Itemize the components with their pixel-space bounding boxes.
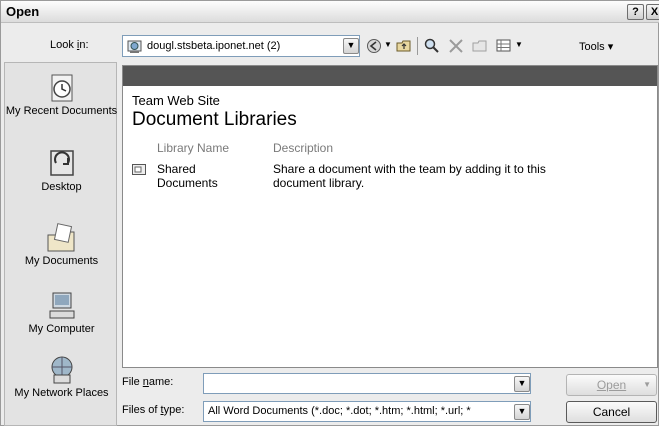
files-of-type-label: Files of type:	[122, 404, 185, 416]
back-dropdown-icon[interactable]: ▼	[384, 40, 392, 49]
file-name-input[interactable]: ▼	[203, 373, 531, 394]
web-header-bar	[123, 66, 657, 86]
place-my-recent-documents[interactable]: My Recent Documents	[5, 71, 118, 118]
title-bar[interactable]: Open ? X	[1, 1, 659, 23]
description-column-header: Description	[273, 141, 334, 155]
library-name[interactable]: Shared Documents	[157, 162, 218, 190]
open-button[interactable]: Open ▼	[566, 374, 657, 396]
place-desktop[interactable]: Desktop	[5, 147, 118, 194]
chevron-down-icon[interactable]: ▼	[343, 38, 359, 54]
look-in-value: dougl.stsbeta.iponet.net (2)	[147, 40, 281, 52]
document-libraries-heading: Document Libraries	[132, 109, 297, 130]
my-computer-icon	[49, 292, 74, 319]
files-of-type-select[interactable]: All Word Documents (*.doc; *.dot; *.htm;…	[203, 401, 531, 422]
place-label: My Documents	[24, 255, 99, 267]
open-dialog: Open ? X Look in: dougl.stsbeta.iponet.n…	[0, 0, 659, 426]
library-description: Share a document with the team by adding…	[273, 162, 546, 190]
site-title: Team Web Site	[132, 93, 220, 108]
recent-documents-icon	[51, 74, 72, 102]
cancel-button[interactable]: Cancel	[566, 401, 657, 423]
web-site-icon	[127, 40, 142, 53]
place-my-computer[interactable]: My Computer	[5, 289, 118, 336]
close-button[interactable]: X	[646, 4, 659, 20]
help-button[interactable]: ?	[627, 4, 644, 20]
open-options-chevron-icon[interactable]: ▼	[643, 375, 651, 395]
up-folder-icon[interactable]	[395, 37, 413, 55]
chevron-down-icon[interactable]: ▼	[514, 404, 530, 420]
dialog-title: Open	[6, 4, 40, 19]
place-label: My Computer	[28, 323, 95, 335]
search-web-icon[interactable]	[423, 37, 441, 55]
library-name-column-header: Library Name	[157, 141, 230, 155]
toolbar-separator	[417, 37, 418, 55]
look-in-label: Look in:	[50, 39, 89, 51]
places-bar: My Recent Documents Desktop My Documents	[4, 62, 117, 426]
chevron-down-icon[interactable]: ▼	[514, 376, 530, 392]
views-icon[interactable]	[495, 37, 513, 55]
delete-icon[interactable]	[447, 37, 465, 55]
place-label: My Network Places	[14, 387, 109, 399]
look-in-dropdown[interactable]: dougl.stsbeta.iponet.net (2) ▼	[122, 35, 360, 57]
my-documents-icon	[47, 223, 74, 252]
place-my-documents[interactable]: My Documents	[5, 221, 118, 268]
tools-menu[interactable]: Tools ▾	[579, 40, 613, 53]
back-icon[interactable]	[365, 37, 383, 55]
network-places-icon	[51, 356, 72, 384]
file-browser-pane[interactable]: Team Web Site Document Libraries Library…	[122, 65, 658, 368]
document-library-icon	[132, 164, 146, 175]
file-name-label: File name:	[122, 376, 174, 388]
place-label: Desktop	[41, 181, 82, 193]
new-folder-icon[interactable]	[471, 37, 489, 55]
place-label: My Recent Documents	[5, 105, 118, 117]
place-my-network-places[interactable]: My Network Places	[5, 353, 118, 400]
views-dropdown-icon[interactable]: ▼	[515, 40, 523, 49]
desktop-icon	[49, 150, 74, 176]
